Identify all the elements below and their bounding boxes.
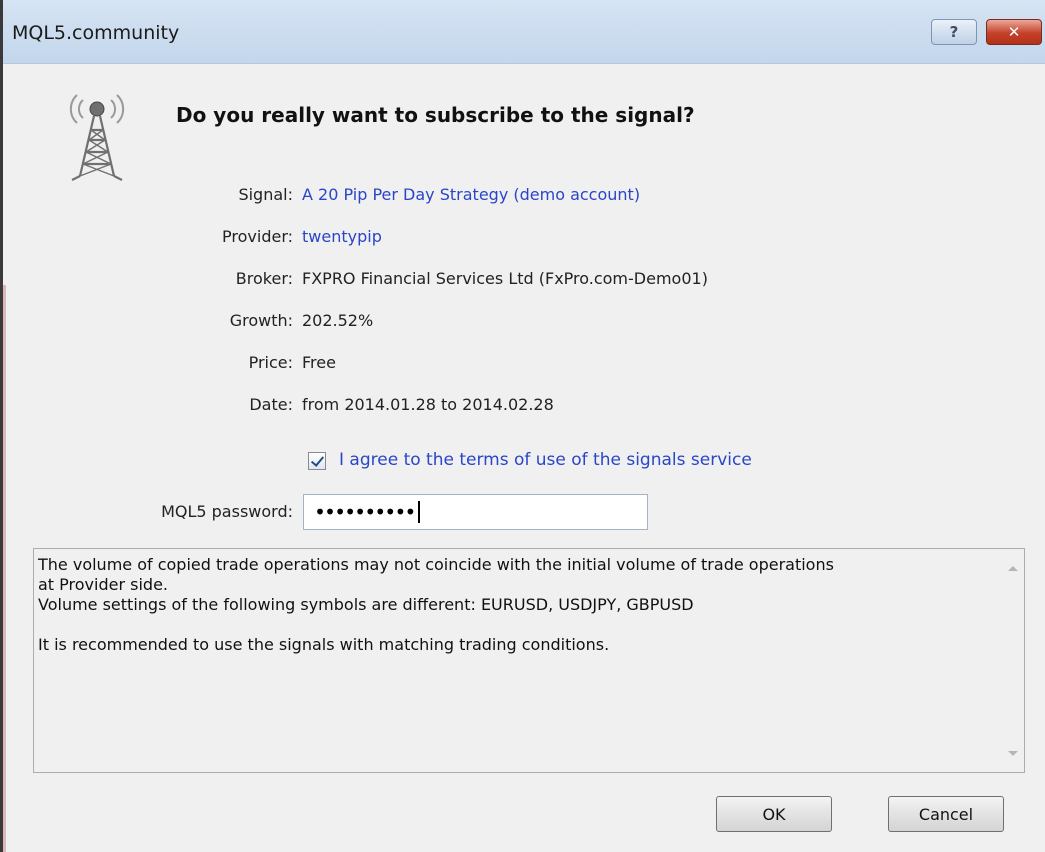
signal-link[interactable]: A 20 Pip Per Day Strategy (demo account) <box>302 185 640 204</box>
growth-value: 202.52% <box>302 311 374 330</box>
ok-button[interactable]: OK <box>716 796 832 832</box>
subscribe-dialog: MQL5.community ? ✕ Do you really want to… <box>0 0 1045 852</box>
dialog-body: Do you really want to subscribe to the s… <box>6 64 1045 852</box>
password-label: MQL5 password: <box>161 502 293 521</box>
agree-label[interactable]: I agree to the terms of use of the signa… <box>339 450 752 470</box>
password-field[interactable]: •••••••••• <box>303 494 648 530</box>
price-label: Price: <box>248 353 293 372</box>
broker-value: FXPRO Financial Services Ltd (FxPro.com-… <box>302 269 708 288</box>
price-value: Free <box>302 353 336 372</box>
confirmation-question: Do you really want to subscribe to the s… <box>176 103 695 127</box>
growth-label: Growth: <box>229 311 293 330</box>
text-caret <box>418 501 421 523</box>
date-value: from 2014.01.28 to 2014.02.28 <box>302 395 554 414</box>
notice-text: The volume of copied trade operations ma… <box>38 555 834 654</box>
cancel-button[interactable]: Cancel <box>888 796 1004 832</box>
close-button[interactable]: ✕ <box>986 19 1042 45</box>
notice-scrollbar[interactable] <box>1002 549 1024 772</box>
scroll-down-icon[interactable] <box>1008 751 1018 756</box>
agree-checkbox[interactable] <box>308 452 326 470</box>
password-dots: •••••••••• <box>314 500 416 524</box>
title-bar[interactable]: MQL5.community ? ✕ <box>3 0 1045 64</box>
signal-label: Signal: <box>238 185 293 204</box>
broker-label: Broker: <box>235 269 293 288</box>
date-label: Date: <box>249 395 293 414</box>
signal-tower-icon <box>69 94 125 181</box>
scroll-up-icon[interactable] <box>1008 566 1018 571</box>
help-button[interactable]: ? <box>931 19 977 45</box>
provider-link[interactable]: twentypip <box>302 227 382 246</box>
provider-label: Provider: <box>222 227 293 246</box>
window-title: MQL5.community <box>12 22 180 44</box>
notice-textbox[interactable]: The volume of copied trade operations ma… <box>33 548 1025 773</box>
